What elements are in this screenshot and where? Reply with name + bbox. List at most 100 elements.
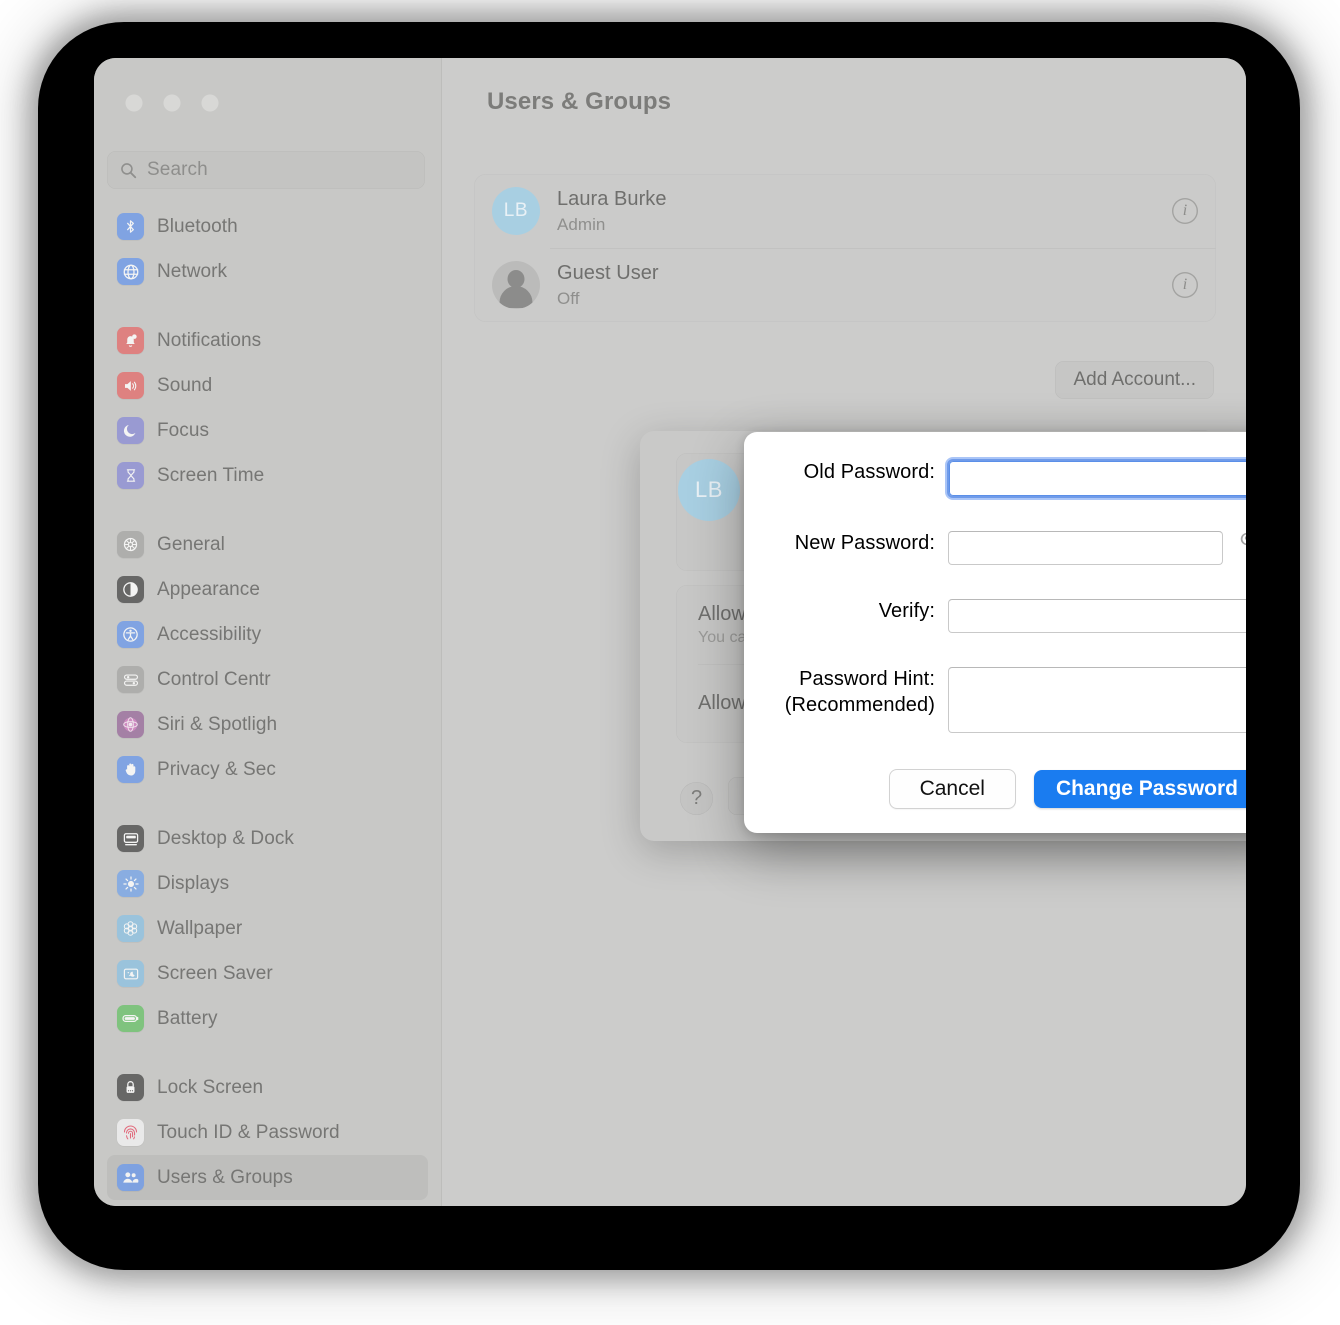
change-password-dialog: Old Password: New Password: Verify: Pass… <box>744 432 1246 833</box>
sidebar-item-displays[interactable]: Displays <box>107 861 428 906</box>
screenshot-stage: Search Bluetooth Network Notifications Soun… <box>0 0 1340 1325</box>
sidebar-item-users-groups[interactable]: Users & Groups <box>107 1155 428 1200</box>
old-password-label: Old Password: <box>803 461 935 483</box>
hourglass-icon <box>117 462 144 489</box>
old-password-row: Old Password: <box>780 459 1246 498</box>
sidebar-item-network[interactable]: Network <box>107 249 428 294</box>
bluetooth-icon <box>117 213 144 240</box>
dialog-button-row: Cancel Change Password <box>888 769 1246 809</box>
user-list: LB Laura Burke Admin i Guest User Off i <box>474 174 1216 322</box>
sidebar-item-sound[interactable]: Sound <box>107 363 428 408</box>
verify-row: Verify: <box>780 599 1246 633</box>
sidebar-item-focus[interactable]: Focus <box>107 408 428 453</box>
close-button[interactable] <box>125 94 143 112</box>
verify-field[interactable] <box>948 599 1246 633</box>
new-password-field[interactable] <box>948 531 1223 565</box>
minimize-button[interactable] <box>163 94 181 112</box>
sheet-option-title: Allow <box>698 692 746 714</box>
sidebar-item-screen-saver[interactable]: Screen Saver <box>107 951 428 996</box>
user-name: Guest User <box>557 261 659 284</box>
sidebar-item-label: Siri & Spotligh <box>157 713 278 735</box>
system-settings-window: Search Bluetooth Network Notifications Soun… <box>94 58 1246 1206</box>
screen-saver-icon <box>117 960 144 987</box>
avatar-body <box>499 286 533 308</box>
sidebar-item-control-centr[interactable]: Control Centr <box>107 657 428 702</box>
sidebar-item-label: Desktop & Dock <box>157 827 294 849</box>
key-icon[interactable] <box>1236 531 1246 559</box>
sidebar-item-label: Users & Groups <box>157 1166 293 1188</box>
battery-icon <box>117 1005 144 1032</box>
sidebar-group: Desktop & Dock Displays Wallpaper Screen Sa… <box>94 816 441 1041</box>
password-hint-label: Password Hint: (Recommended) <box>780 667 935 718</box>
appearance-icon <box>117 576 144 603</box>
sidebar-item-label: Notifications <box>157 329 262 351</box>
help-button[interactable]: ? <box>680 782 713 815</box>
password-hint-label-main: Password Hint: <box>799 668 935 690</box>
add-account-button[interactable]: Add Account... <box>1055 361 1214 399</box>
sidebar-item-label: Lock Screen <box>157 1076 264 1098</box>
sidebar-item-accessibility[interactable]: Accessibility <box>107 612 428 657</box>
table-row[interactable]: Guest User Off i <box>474 248 1216 322</box>
password-hint-field[interactable] <box>948 667 1246 733</box>
table-row[interactable]: LB Laura Burke Admin i <box>474 174 1216 248</box>
user-text: Guest User Off <box>557 262 659 309</box>
hand-icon <box>117 756 144 783</box>
sheet-option-subtitle: You ca <box>698 628 747 646</box>
user-status: Off <box>557 288 580 308</box>
sidebar-item-desktop-dock[interactable]: Desktop & Dock <box>107 816 428 861</box>
sidebar-item-appearance[interactable]: Appearance <box>107 567 428 612</box>
sidebar-item-battery[interactable]: Battery <box>107 996 428 1041</box>
sidebar: Search Bluetooth Network Notifications Soun… <box>94 58 441 1206</box>
info-icon[interactable]: i <box>1172 198 1198 224</box>
sidebar-group: General Appearance Accessibility Control Ce… <box>94 522 441 792</box>
avatar: LB <box>492 187 540 235</box>
sidebar-item-label: Wallpaper <box>157 917 243 939</box>
old-password-field[interactable] <box>947 459 1246 498</box>
cancel-button[interactable]: Cancel <box>888 769 1016 809</box>
sidebar-item-screen-time[interactable]: Screen Time <box>107 453 428 498</box>
password-hint-row: Password Hint: (Recommended) <box>780 667 1246 733</box>
sidebar-item-label: Control Centr <box>157 668 271 690</box>
search-input[interactable]: Search <box>107 151 425 189</box>
content-pane: Users & Groups LB Laura Burke Admin i Gu… <box>442 58 1246 1206</box>
sidebar-item-privacy-sec[interactable]: Privacy & Sec <box>107 747 428 792</box>
new-password-row: New Password: <box>780 531 1246 565</box>
page-title: Users & Groups <box>487 88 672 115</box>
lock-icon <box>117 1074 144 1101</box>
sheet-option-text: Allow You ca <box>698 603 746 647</box>
sidebar-item-label: Focus <box>157 419 209 441</box>
zoom-button[interactable] <box>201 94 219 112</box>
sidebar-group: Bluetooth Network <box>94 204 441 294</box>
new-password-label: New Password: <box>794 532 935 554</box>
user-text: Laura Burke Admin <box>557 188 667 235</box>
sidebar-item-bluetooth[interactable]: Bluetooth <box>107 204 428 249</box>
sidebar-item-list: Bluetooth Network Notifications Sound Focus S… <box>94 204 441 1200</box>
sidebar-item-label: Privacy & Sec <box>157 758 276 780</box>
user-status: Admin <box>557 214 606 234</box>
sidebar-item-touch-id-password[interactable]: Touch ID & Password <box>107 1110 428 1155</box>
brightness-icon <box>117 870 144 897</box>
sidebar-group-separator <box>94 792 441 816</box>
sidebar-group-separator <box>94 498 441 522</box>
control-center-icon <box>117 666 144 693</box>
sidebar-item-label: Screen Time <box>157 464 265 486</box>
search-icon <box>121 162 137 178</box>
search-placeholder: Search <box>147 159 208 180</box>
siri-icon <box>117 711 144 738</box>
sidebar-group: Notifications Sound Focus Screen Time <box>94 318 441 498</box>
verify-label: Verify: <box>878 600 935 622</box>
avatar <box>492 261 540 309</box>
sidebar-item-lock-screen[interactable]: Lock Screen <box>107 1065 428 1110</box>
change-password-confirm-button[interactable]: Change Password <box>1033 770 1246 808</box>
avatar: LB <box>678 459 740 521</box>
gear-icon <box>117 531 144 558</box>
password-hint-label-sub: (Recommended) <box>784 693 935 716</box>
sidebar-item-notifications[interactable]: Notifications <box>107 318 428 363</box>
sidebar-item-wallpaper[interactable]: Wallpaper <box>107 906 428 951</box>
users-icon <box>117 1164 144 1191</box>
info-icon[interactable]: i <box>1172 272 1198 298</box>
user-name: Laura Burke <box>557 187 667 210</box>
sidebar-item-general[interactable]: General <box>107 522 428 567</box>
sidebar-item-siri-spotligh[interactable]: Siri & Spotligh <box>107 702 428 747</box>
globe-icon <box>117 258 144 285</box>
